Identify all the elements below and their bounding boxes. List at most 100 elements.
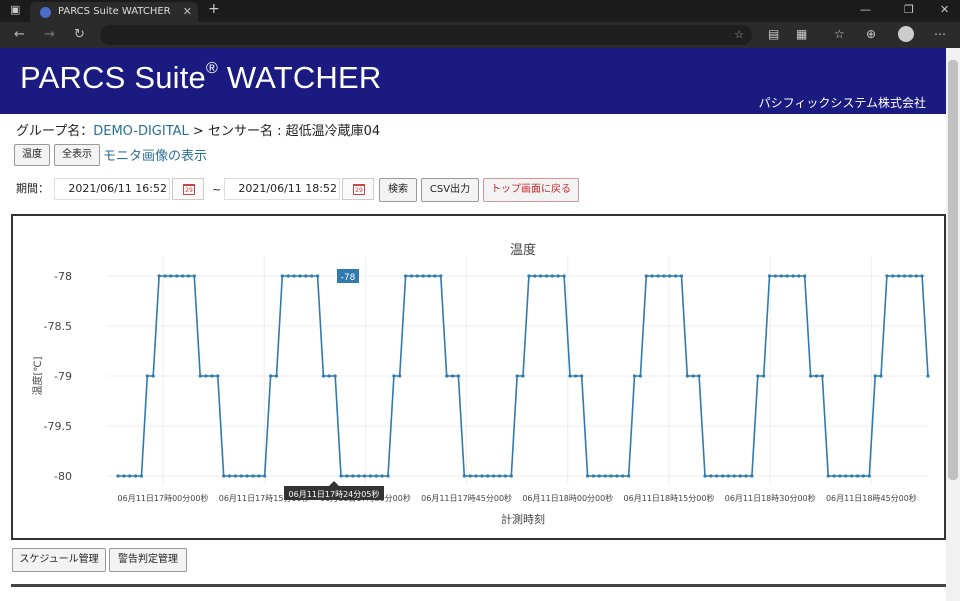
new-tab-icon[interactable]: + xyxy=(208,1,220,17)
data-point xyxy=(762,374,766,378)
data-point xyxy=(685,374,689,378)
csv-export-button[interactable]: CSV出力 xyxy=(421,178,479,202)
data-point xyxy=(609,474,613,478)
address-bar[interactable]: ☆ xyxy=(100,25,752,45)
data-point xyxy=(820,374,824,378)
tooltip-x-label: 06月11日17時24分05秒 xyxy=(289,489,380,499)
data-point xyxy=(298,274,302,278)
data-point xyxy=(873,374,877,378)
profile-avatar[interactable] xyxy=(898,26,914,42)
data-point xyxy=(568,374,572,378)
data-point xyxy=(427,274,431,278)
data-point xyxy=(339,474,343,478)
data-point xyxy=(134,474,138,478)
data-point xyxy=(721,474,725,478)
end-calendar-button[interactable]: 29 xyxy=(342,178,374,200)
data-point xyxy=(462,474,466,478)
data-point xyxy=(227,474,232,478)
data-point xyxy=(222,474,226,478)
data-point xyxy=(274,374,279,378)
temperature-button[interactable]: 温度 xyxy=(14,144,50,166)
start-calendar-button[interactable]: 29 xyxy=(172,178,204,200)
collections-add-icon[interactable]: ⊕ xyxy=(866,27,876,41)
back-icon[interactable]: ← xyxy=(14,27,25,42)
temperature-chart: -78 -78.5 -79 -79.5 -80 06月11日17時00分00秒 06月11日… xyxy=(31,242,930,526)
data-point xyxy=(392,374,396,378)
data-point xyxy=(809,374,813,378)
x-tick-label: 06月11日17時45分00秒 xyxy=(421,493,512,503)
data-point xyxy=(151,374,155,378)
data-point xyxy=(157,274,161,278)
data-point xyxy=(139,474,144,478)
data-point xyxy=(767,274,772,278)
data-point xyxy=(292,274,296,278)
favorites-icon[interactable]: ☆ xyxy=(834,27,845,41)
data-point xyxy=(574,374,578,378)
data-point xyxy=(480,474,484,478)
data-point xyxy=(650,274,654,278)
data-point xyxy=(814,374,819,378)
alert-rule-management-button[interactable]: 警告判定管理 xyxy=(109,548,187,572)
y-tick-label: -80 xyxy=(54,470,72,483)
browser-tab[interactable]: PARCS Suite WATCHER ✕ xyxy=(30,2,198,22)
data-point xyxy=(674,274,678,278)
data-point xyxy=(668,274,672,278)
data-point xyxy=(603,474,607,478)
more-menu-icon[interactable]: ⋯ xyxy=(934,27,946,41)
data-point xyxy=(310,274,314,278)
start-date-input[interactable]: 2021/06/11 16:52 xyxy=(54,178,170,200)
data-point xyxy=(216,374,220,378)
data-point xyxy=(515,374,519,378)
data-point xyxy=(175,274,179,278)
data-point xyxy=(562,274,566,278)
data-point xyxy=(632,374,637,378)
data-point xyxy=(908,274,913,278)
show-all-button[interactable]: 全表示 xyxy=(54,144,100,166)
data-point xyxy=(451,374,455,378)
close-window-icon[interactable]: ✕ xyxy=(940,3,949,16)
group-link[interactable]: DEMO-DIGITAL xyxy=(93,124,189,139)
refresh-icon[interactable]: ↻ xyxy=(74,27,85,42)
data-point xyxy=(251,474,255,478)
data-point xyxy=(920,274,924,278)
forward-icon[interactable]: → xyxy=(44,27,55,42)
data-point xyxy=(321,374,325,378)
data-point xyxy=(286,274,290,278)
data-point xyxy=(503,474,507,478)
collections-icon[interactable]: ▦ xyxy=(796,27,807,41)
search-button[interactable]: 検索 xyxy=(379,178,417,202)
x-tick-label: 06月11日18時00分00秒 xyxy=(522,493,613,503)
data-point xyxy=(122,474,126,478)
end-date-input[interactable]: 2021/06/11 18:52 xyxy=(224,178,340,200)
data-point xyxy=(433,274,437,278)
extension-icon[interactable]: ▤ xyxy=(768,27,779,41)
company-name: パシフィックシステム株式会社 xyxy=(758,96,926,110)
data-point xyxy=(486,474,490,478)
schedule-management-button[interactable]: スケジュール管理 xyxy=(12,548,106,572)
calendar-icon: 29 xyxy=(353,184,365,195)
data-point xyxy=(591,474,596,478)
data-point xyxy=(186,274,190,278)
data-point xyxy=(198,374,202,378)
restore-icon[interactable]: ❐ xyxy=(904,3,914,16)
data-point xyxy=(679,274,684,278)
window-menu-icon[interactable]: ▣ xyxy=(10,3,20,16)
close-tab-icon[interactable]: ✕ xyxy=(183,2,192,22)
data-point xyxy=(163,274,167,278)
y-axis-label: 温度[℃] xyxy=(31,356,44,395)
monitor-image-link[interactable]: モニタ画像の表示 xyxy=(103,145,207,164)
data-point xyxy=(304,274,308,278)
data-point xyxy=(263,474,267,478)
sensor-name: 超低温冷蔵庫04 xyxy=(285,124,381,139)
bottom-panel-border xyxy=(11,584,946,587)
data-point xyxy=(586,474,590,478)
scrollbar-thumb[interactable] xyxy=(948,60,958,480)
minimize-icon[interactable]: — xyxy=(860,3,871,16)
data-point xyxy=(550,274,554,278)
x-tick-label: 06月11日18時15分00秒 xyxy=(624,493,715,503)
data-point xyxy=(280,274,284,278)
app-header: PARCS Suite® WATCHER パシフィックシステム株式会社 xyxy=(0,48,946,114)
favorite-star-icon[interactable]: ☆ xyxy=(734,28,744,41)
back-to-top-button[interactable]: トップ画面に戻る xyxy=(483,178,579,202)
data-point xyxy=(779,274,783,278)
